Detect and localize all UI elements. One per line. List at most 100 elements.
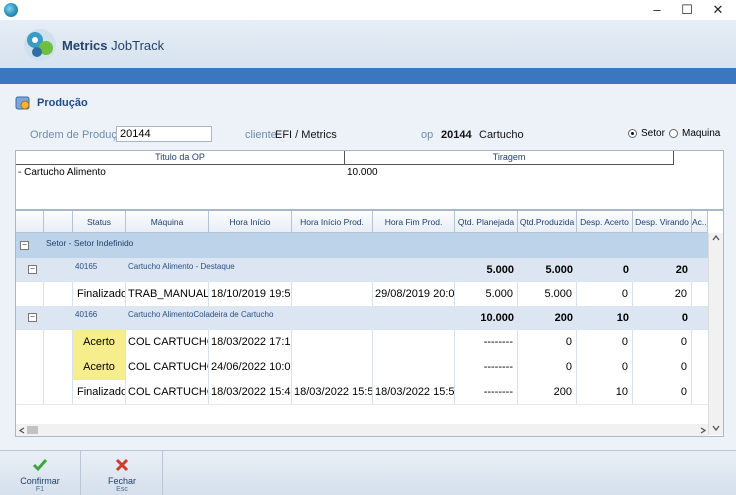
table-row[interactable]: Acerto COL CARTUCHO 24/06/2022 10:06 ---… (16, 355, 708, 381)
confirm-button[interactable]: Confirmar F1 (0, 451, 81, 495)
production-grid: Status Máquina Hora Início Hora Início P… (15, 210, 724, 437)
tiragem-value: 10.000 (347, 167, 378, 178)
cell-desp-virando: 0 (633, 380, 692, 404)
op-info-number: 20144 (441, 129, 472, 141)
production-icon (15, 96, 30, 110)
close-x-icon (115, 458, 129, 472)
radio-maquina-label: Maquina (682, 128, 721, 139)
cell-maquina: COL CARTUCHO (126, 380, 209, 404)
header-band (0, 68, 736, 84)
horizontal-scrollbar[interactable] (16, 424, 708, 436)
cell-hora-inicio: 24/06/2022 10:06 (209, 355, 292, 380)
maximize-button[interactable]: ☐ (672, 0, 702, 20)
header-hora-fim-prod[interactable]: Hora Fim Prod. (373, 211, 455, 233)
radio-setor-dot[interactable] (628, 129, 637, 138)
confirm-label: Confirmar (20, 476, 60, 486)
collapse-icon[interactable]: − (28, 313, 37, 322)
header-ac[interactable]: Ac... (692, 211, 708, 233)
row-spacer (16, 282, 44, 306)
scroll-left-icon[interactable] (19, 427, 25, 434)
header-hora-inicio[interactable]: Hora Início (209, 211, 292, 233)
cell-desp-virando: 0 (633, 355, 692, 380)
cell-status: Finalizado (73, 380, 126, 404)
app-header: Metrics JobTrack (0, 20, 736, 68)
order-qtd-produzida: 200 (554, 312, 573, 324)
title-bar: – ☐ ✕ (0, 0, 736, 20)
close-label: Fechar (107, 476, 136, 486)
op-input[interactable] (116, 126, 212, 142)
order-row-40165[interactable]: − 40165 Cartucho Alimento - Destaque 5.0… (16, 258, 708, 282)
header-titulo-op[interactable]: Titulo da OP (16, 151, 345, 165)
check-icon (32, 459, 48, 472)
cell-hora-fim-prod: 18/03/2022 15:54 (373, 380, 455, 404)
cell-desp-acerto: 0 (577, 330, 633, 355)
app-name: Metrics JobTrack (62, 38, 165, 53)
titulo-op-value: - Cartucho Alimento (18, 167, 106, 178)
order-row-40166[interactable]: − 40166 Cartucho AlimentoColadeira de Ca… (16, 306, 708, 330)
header-desp-acerto[interactable]: Desp. Acerto (577, 211, 633, 233)
scroll-down-icon[interactable] (712, 425, 720, 431)
close-button[interactable]: Fechar Esc (82, 451, 163, 495)
cell-hora-inicio-prod: 18/03/2022 15:50 (292, 380, 373, 404)
order-qtd-planejada: 5.000 (486, 264, 514, 276)
group-row-setor[interactable]: − Setor - Setor Indefinido (16, 233, 708, 258)
scroll-up-icon[interactable] (712, 235, 720, 241)
close-window-button[interactable]: ✕ (703, 0, 733, 20)
cliente-value: EFI / Metrics (275, 129, 337, 141)
vertical-scrollbar[interactable] (708, 233, 723, 435)
header-qtd-planejada[interactable]: Qtd. Planejada (455, 211, 518, 233)
row-spacer (44, 355, 73, 380)
op-title-table: Titulo da OP Tiragem - Cartucho Alimento… (15, 150, 724, 210)
order-desp-virando: 20 (675, 264, 688, 276)
scroll-thumb[interactable] (27, 426, 38, 434)
header-desp-virando[interactable]: Desp. Virando (633, 211, 692, 233)
section-title-label: Produção (37, 97, 88, 109)
cell-hora-inicio: 18/03/2022 17:12 (209, 330, 292, 355)
collapse-icon[interactable]: − (20, 241, 29, 250)
radio-maquina-dot[interactable] (669, 129, 678, 138)
row-spacer (44, 282, 73, 306)
order-description: Cartucho Alimento - Destaque (128, 262, 235, 271)
table-row[interactable]: Finalizado COL CARTUCHO 18/03/2022 15:45… (16, 380, 708, 405)
header-blank-2 (44, 211, 73, 233)
order-desp-acerto: 0 (622, 264, 629, 276)
cell-hora-inicio-prod (292, 330, 373, 355)
op-info-label: op (421, 129, 434, 141)
radio-maquina[interactable]: Maquina (669, 128, 720, 139)
cell-maquina: TRAB_MANUAL (126, 282, 209, 306)
cell-status: Acerto (73, 355, 126, 380)
table-row[interactable]: Acerto COL CARTUCHO 18/03/2022 17:12 ---… (16, 330, 708, 356)
row-spacer (44, 380, 73, 404)
confirm-shortcut: F1 (35, 486, 45, 493)
collapse-icon[interactable]: − (28, 265, 37, 274)
main-content: Produção Ordem de Produção cliente EFI /… (0, 84, 736, 450)
metrics-logo-icon (24, 29, 56, 61)
table-row[interactable]: Finalizado TRAB_MANUAL 18/10/2019 19:57 … (16, 282, 708, 307)
scroll-right-icon[interactable] (700, 427, 706, 434)
op-label: Ordem de Produção (30, 129, 130, 141)
order-qtd-produzida: 5.000 (545, 264, 573, 276)
radio-setor[interactable]: Setor (628, 128, 665, 139)
cell-desp-virando: 20 (633, 282, 692, 306)
cell-desp-acerto: 10 (577, 380, 633, 404)
header-hora-inicio-prod[interactable]: Hora Início Prod. (292, 211, 373, 233)
header-status[interactable]: Status (73, 211, 126, 233)
header-qtd-produzida[interactable]: Qtd.Produzida (518, 211, 577, 233)
order-number: 40166 (75, 310, 98, 319)
cell-qtd-produzida: 0 (518, 355, 577, 380)
close-shortcut: Esc (116, 486, 128, 493)
cell-status: Acerto (73, 330, 126, 355)
order-description: Cartucho AlimentoColadeira de Cartucho (128, 310, 274, 319)
op-info-desc: Cartucho (479, 129, 524, 141)
cell-qtd-planejada: 5.000 (455, 282, 518, 306)
cell-hora-fim-prod: 29/08/2019 20:05 (373, 282, 455, 306)
cell-hora-inicio-prod (292, 355, 373, 380)
cliente-label: cliente (245, 129, 277, 141)
header-blank-1 (16, 211, 44, 233)
header-tiragem[interactable]: Tiragem (345, 151, 674, 165)
cell-qtd-planejada: -------- (455, 380, 518, 404)
cell-qtd-produzida: 200 (518, 380, 577, 404)
header-maquina[interactable]: Máquina (126, 211, 209, 233)
cell-maquina: COL CARTUCHO (126, 355, 209, 380)
minimize-button[interactable]: – (642, 0, 672, 20)
